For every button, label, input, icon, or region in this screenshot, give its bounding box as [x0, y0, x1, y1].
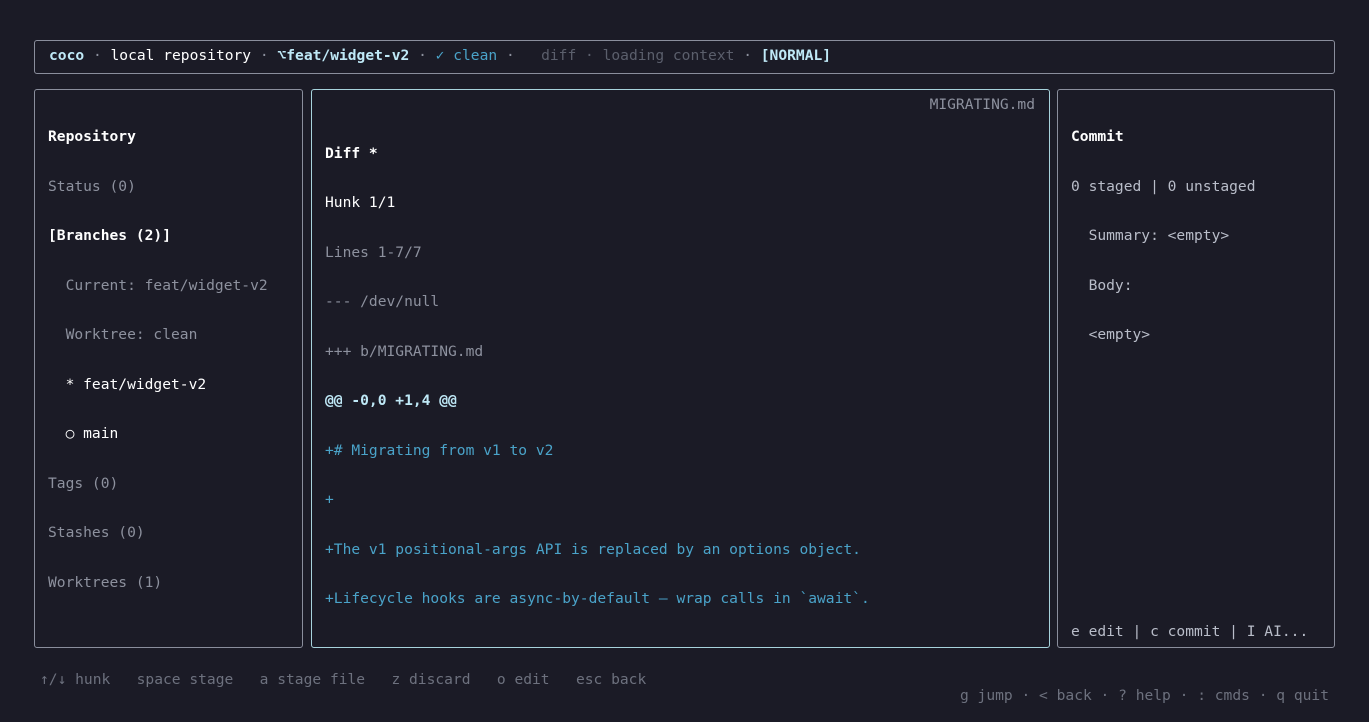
- panel-title: Repository: [48, 128, 136, 145]
- repository-panel[interactable]: Repository Status (0) [Branches (2)] Cur…: [34, 89, 303, 648]
- diff-added-line[interactable]: +The v1 positional-args API is replaced …: [325, 541, 1036, 559]
- global-key-hints: g jump · < back · ? help · : cmds · q qu…: [959, 687, 1329, 704]
- key-hints-bar: ↑/↓ hunk space stage a stage file z disc…: [40, 655, 1329, 704]
- view-label: diff: [541, 47, 577, 64]
- lines-range: Lines 1-7/7: [325, 243, 422, 261]
- sidebar-item-stashes[interactable]: Stashes (0): [48, 524, 289, 542]
- worktree-info: Worktree: clean: [48, 326, 198, 343]
- loading-label: loading context: [602, 47, 735, 64]
- hunk-header[interactable]: @@ -0,0 +1,4 @@: [325, 392, 1036, 410]
- panel-title: Diff *: [325, 144, 378, 162]
- staged-counts: 0 staged | 0 unstaged: [1071, 177, 1256, 195]
- separator: ·: [576, 47, 603, 64]
- diff-panel[interactable]: MIGRATING.md Diff * Hunk 1/1 Lines 1-7/7…: [311, 89, 1050, 648]
- status-bar: coco · local repository · ⌥feat/widget-v…: [34, 40, 1335, 74]
- branch-name: feat/widget-v2: [286, 47, 410, 64]
- clean-status: ✓ clean: [435, 47, 498, 64]
- commit-body-label: Body:: [1071, 276, 1133, 294]
- current-branch-info: Current: feat/widget-v2: [48, 276, 268, 294]
- commit-body-field[interactable]: <empty>: [1071, 326, 1321, 344]
- diff-added-line[interactable]: +Lifecycle hooks are async-by-default — …: [325, 590, 1036, 608]
- branch-item-current[interactable]: * feat/widget-v2: [48, 376, 289, 394]
- separator: ·: [409, 47, 436, 64]
- hunk-indicator: Hunk 1/1: [325, 194, 396, 211]
- diff-file-name: MIGRATING.md: [929, 96, 1035, 113]
- diff-key-hints: ↑/↓ hunk space stage a stage file z disc…: [40, 670, 647, 688]
- panel-title: Commit: [1071, 128, 1124, 145]
- commit-panel[interactable]: Commit 0 staged | 0 unstaged Summary: <e…: [1057, 89, 1335, 648]
- sidebar-item-status[interactable]: Status (0): [48, 178, 289, 196]
- sidebar-item-tags[interactable]: Tags (0): [48, 475, 289, 493]
- sidebar-item-branches[interactable]: [Branches (2)]: [48, 227, 289, 245]
- sidebar-item-worktrees[interactable]: Worktrees (1): [48, 574, 289, 592]
- separator: ·: [251, 47, 278, 64]
- diff-old-file: --- /dev/null: [325, 293, 440, 310]
- repo-label: local repository: [110, 47, 252, 64]
- separator: ·: [84, 47, 111, 64]
- diff-added-line[interactable]: +# Migrating from v1 to v2: [325, 442, 1036, 460]
- app-name: coco: [49, 47, 85, 64]
- separator: ·: [497, 47, 524, 64]
- commit-key-hints: e edit | c commit | I AI...: [1071, 622, 1309, 640]
- commit-summary-field[interactable]: Summary: <empty>: [1071, 227, 1321, 245]
- separator: ·: [734, 47, 761, 64]
- branch-item-main[interactable]: ○ main: [48, 425, 289, 443]
- mode-indicator: [NORMAL]: [760, 47, 832, 64]
- diff-new-file: +++ b/MIGRATING.md: [325, 342, 484, 360]
- diff-added-line[interactable]: +: [325, 491, 1036, 509]
- branch-icon: ⌥: [277, 47, 287, 64]
